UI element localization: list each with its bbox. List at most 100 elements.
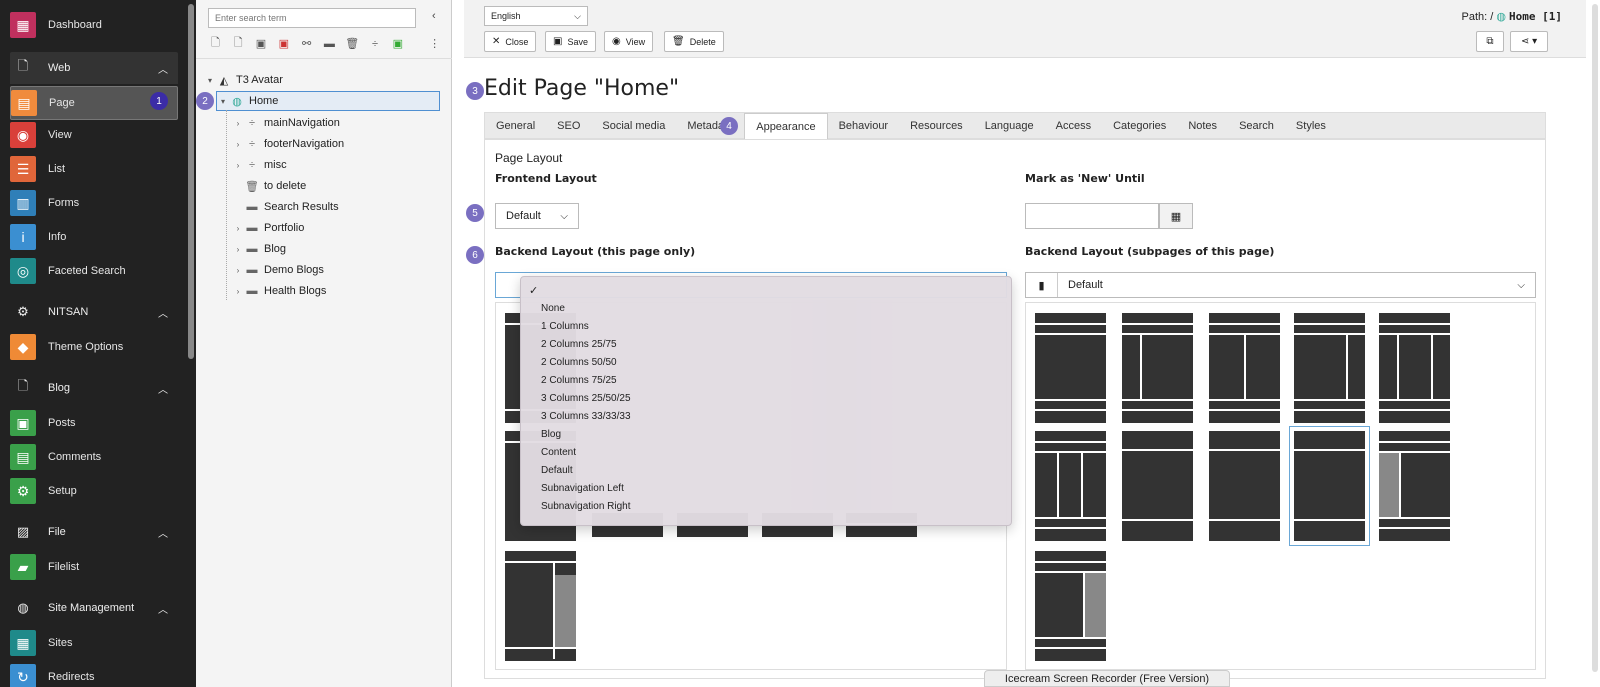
chevron-down-icon[interactable]: ▾ — [204, 76, 216, 85]
folder-icon[interactable]: ▬ — [322, 36, 337, 51]
module-filelist[interactable]: ▰ Filelist — [10, 550, 178, 584]
language-select[interactable]: English ⌵ — [484, 6, 588, 26]
chevron-right-icon[interactable]: › — [232, 245, 244, 254]
layout-thumbnail[interactable] — [1294, 313, 1365, 423]
tab-styles[interactable]: Styles — [1285, 113, 1337, 138]
dropdown-option[interactable]: Subnavigation Right — [521, 497, 1011, 515]
module-posts[interactable]: ▣ Posts — [10, 406, 178, 440]
tab-appearance[interactable]: Appearance — [744, 113, 828, 140]
dropdown-option[interactable]: Subnavigation Left — [521, 479, 1011, 497]
backend-layout-subpages-select[interactable]: ▮ Default ⌵ — [1025, 272, 1536, 298]
chevron-right-icon[interactable]: › — [232, 161, 244, 170]
frontend-layout-select[interactable]: Default ⌵ — [495, 203, 579, 229]
chevron-right-icon[interactable]: › — [232, 119, 244, 128]
group-file[interactable]: ▨ File ︿ — [10, 516, 178, 548]
tab-behaviour[interactable]: Behaviour — [828, 113, 900, 138]
tab-social-media[interactable]: Social media — [591, 113, 676, 138]
tree-node[interactable]: › ▬ Health Blogs — [232, 281, 327, 301]
module-faceted-search[interactable]: ◎ Faceted Search — [10, 254, 178, 288]
tree-node[interactable]: › ▬ Demo Blogs — [232, 260, 324, 280]
dropdown-option[interactable]: 3 Columns 25/50/25 — [521, 389, 1011, 407]
layout-thumbnail[interactable] — [1379, 431, 1450, 541]
tree-node-home[interactable]: ▾ ◍ Home — [216, 91, 440, 111]
dropdown-option[interactable]: Content — [521, 443, 1011, 461]
layout-thumbnail[interactable] — [1122, 431, 1193, 541]
tab-notes[interactable]: Notes — [1177, 113, 1228, 138]
layout-thumbnail[interactable] — [1209, 313, 1280, 423]
delete-button[interactable]: 🗑 Delete — [664, 31, 724, 52]
close-button[interactable]: ✕ Close — [484, 31, 537, 52]
tab-search[interactable]: Search — [1228, 113, 1285, 138]
trash-icon[interactable]: 🗑 — [345, 36, 360, 51]
layout-thumbnail-selected[interactable] — [1289, 426, 1370, 546]
tab-resources[interactable]: Resources — [899, 113, 974, 138]
module-comments[interactable]: ▤ Comments — [10, 440, 178, 474]
layout-thumbnail[interactable] — [1035, 313, 1106, 423]
tree-node[interactable]: › ÷ footerNavigation — [232, 134, 344, 154]
dropdown-option[interactable]: Default — [521, 461, 1011, 479]
path-page[interactable]: Home [1] — [1509, 10, 1562, 23]
layout-thumbnail[interactable] — [1122, 313, 1193, 423]
dropdown-option-empty[interactable]: ✓ — [521, 281, 1011, 299]
page-green-icon[interactable]: ▣ — [390, 36, 405, 51]
calendar-button[interactable]: ▦ — [1159, 203, 1193, 229]
layout-thumbnail[interactable] — [505, 551, 576, 661]
share-button[interactable]: ⋖ ▾ — [1510, 31, 1548, 52]
layout-thumbnail[interactable] — [1035, 431, 1106, 541]
dropdown-option[interactable]: 1 Columns — [521, 317, 1011, 335]
module-dashboard[interactable]: ▦ Dashboard — [10, 8, 178, 42]
tree-node-root[interactable]: ▾ ◭ T3 Avatar — [204, 70, 283, 90]
tab-categories[interactable]: Categories — [1102, 113, 1177, 138]
tree-node[interactable]: › ÷ misc — [232, 155, 287, 175]
module-list[interactable]: ☰ List — [10, 152, 178, 186]
link-icon[interactable]: ⚯ — [299, 36, 314, 51]
dropdown-option[interactable]: Blog — [521, 425, 1011, 443]
tree-node[interactable]: 🗑 to delete — [232, 176, 306, 196]
chevron-right-icon[interactable]: › — [232, 224, 244, 233]
dropdown-option[interactable]: 2 Columns 50/50 — [521, 353, 1011, 371]
module-info[interactable]: i Info — [10, 220, 178, 254]
dropdown-option[interactable]: 3 Columns 33/33/33 — [521, 407, 1011, 425]
module-forms[interactable]: ▥ Forms — [10, 186, 178, 220]
chevron-right-icon[interactable]: › — [232, 140, 244, 149]
new-page-icon[interactable]: 🗋 — [208, 36, 223, 51]
tree-node[interactable]: › ÷ mainNavigation — [232, 113, 340, 133]
layout-thumbnail[interactable] — [1209, 431, 1280, 541]
group-site-management[interactable]: ◍ Site Management ︿ — [10, 592, 178, 624]
group-blog[interactable]: 🗋 Blog ︿ — [10, 372, 178, 404]
group-nitsan[interactable]: ⚙ NITSAN ︿ — [10, 296, 178, 328]
tab-general[interactable]: General — [485, 113, 546, 138]
new-mountpoint-icon[interactable]: ▣ — [254, 36, 269, 51]
dropdown-option[interactable]: 2 Columns 75/25 — [521, 371, 1011, 389]
mark-new-date-input[interactable] — [1025, 203, 1159, 229]
collapse-tree-icon[interactable]: ‹ — [432, 10, 436, 22]
main-scrollbar[interactable] — [1592, 4, 1598, 672]
tree-node[interactable]: › ▬ Blog — [232, 239, 286, 259]
module-sites[interactable]: ▦ Sites — [10, 626, 178, 660]
layout-thumbnail[interactable] — [1379, 313, 1450, 423]
chevron-down-icon[interactable]: ▾ — [217, 97, 229, 106]
tree-search-input[interactable] — [208, 8, 416, 28]
module-view[interactable]: ◉ View — [10, 118, 178, 152]
chevron-right-icon[interactable]: › — [232, 287, 244, 296]
save-button[interactable]: ▣ Save — [545, 31, 596, 52]
tab-access[interactable]: Access — [1045, 113, 1102, 138]
view-button[interactable]: ◉ View — [604, 31, 654, 52]
layout-thumbnail[interactable] — [1035, 551, 1106, 661]
module-redirects[interactable]: ↻ Redirects — [10, 660, 178, 687]
new-shortcut-icon[interactable]: 🗋 — [231, 36, 246, 51]
dropdown-option[interactable]: None — [521, 299, 1011, 317]
module-setup[interactable]: ⚙ Setup — [10, 474, 178, 508]
module-theme-options[interactable]: ◆ Theme Options — [10, 330, 178, 364]
chevron-right-icon[interactable]: › — [232, 266, 244, 275]
tab-language[interactable]: Language — [974, 113, 1045, 138]
dropdown-option[interactable]: 2 Columns 25/75 — [521, 335, 1011, 353]
tab-seo[interactable]: SEO — [546, 113, 591, 138]
module-menu-scrollbar[interactable] — [188, 4, 194, 359]
new-link-icon[interactable]: ▣ — [276, 36, 291, 51]
divider-icon[interactable]: ÷ — [368, 36, 383, 51]
group-web[interactable]: 🗋 Web ︿ — [10, 52, 178, 84]
tree-node[interactable]: › ▬ Portfolio — [232, 218, 305, 238]
tree-node[interactable]: ▬ Search Results — [232, 197, 339, 217]
more-icon[interactable]: ⋮ — [427, 36, 442, 51]
